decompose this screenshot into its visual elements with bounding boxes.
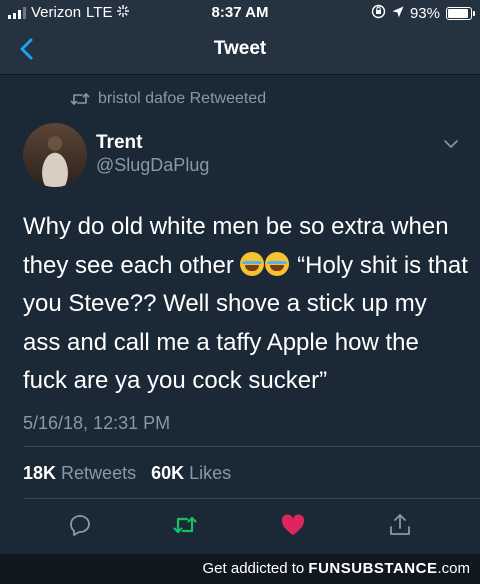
watermark-prefix: Get addicted to — [202, 560, 309, 577]
tweet-stats: 18K Retweets 60K Likes — [23, 463, 231, 484]
author-name[interactable]: Trent — [96, 132, 142, 154]
location-icon — [392, 5, 404, 22]
chevron-down-icon — [444, 140, 458, 148]
heart-icon — [281, 514, 305, 535]
retweet-context[interactable]: bristol dafoe Retweeted — [70, 90, 266, 108]
share-icon — [390, 514, 410, 535]
laughing-crying-emoji-icon — [265, 251, 290, 276]
watermark-footer: Get addicted to FUNSUBSTANCE.com — [0, 554, 480, 584]
status-bar: Verizon LTE 8:37 AM 93% — [0, 0, 480, 26]
share-button[interactable] — [387, 512, 413, 538]
tweet-timestamp: 5/16/18, 12:31 PM — [23, 413, 171, 433]
like-button[interactable] — [280, 512, 306, 538]
retweets-count: 18K — [23, 463, 57, 483]
page-title: Tweet — [213, 38, 267, 59]
reply-button[interactable] — [67, 512, 93, 538]
retweeted-by-label: bristol dafoe Retweeted — [98, 90, 267, 107]
battery-percent: 93% — [409, 5, 440, 22]
retweets-label: Retweets — [61, 463, 137, 483]
divider — [23, 446, 480, 447]
nav-bar: Tweet — [0, 26, 480, 75]
status-bar-right: 93% — [371, 4, 475, 23]
avatar[interactable] — [23, 123, 87, 187]
likes-stat[interactable]: 60K Likes — [151, 463, 231, 483]
laughing-crying-emoji-icon — [240, 251, 265, 276]
orientation-lock-icon — [371, 4, 386, 23]
likes-count: 60K — [151, 463, 185, 483]
reply-icon — [70, 515, 90, 536]
retweet-icon — [70, 93, 90, 105]
battery-icon — [446, 7, 475, 20]
retweet-icon — [173, 516, 197, 534]
more-options-button[interactable] — [443, 136, 459, 154]
retweet-button[interactable] — [172, 512, 198, 538]
watermark-brand: FUNSUBSTANCE — [308, 560, 438, 577]
watermark-text: Get addicted to FUNSUBSTANCE.com — [203, 560, 470, 577]
divider — [23, 498, 480, 499]
tweet-text: Why do old white men be so extra when th… — [23, 208, 468, 401]
retweets-stat[interactable]: 18K Retweets — [23, 463, 136, 483]
author-handle[interactable]: @SlugDaPlug — [96, 155, 209, 176]
watermark-suffix: .com — [437, 560, 470, 577]
likes-label: Likes — [189, 463, 232, 483]
